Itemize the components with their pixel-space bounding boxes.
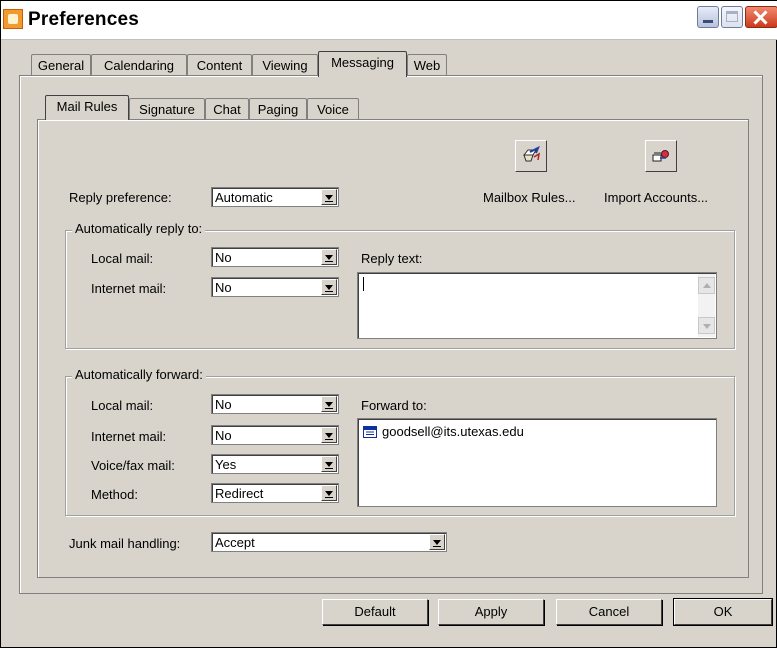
close-button[interactable] (745, 6, 777, 28)
junk-mail-value: Accept (215, 535, 255, 550)
chevron-down-icon[interactable] (321, 396, 337, 412)
maximize-button[interactable] (721, 6, 743, 28)
auto-forward-title: Automatically forward: (72, 367, 206, 382)
window-title: Preferences (28, 9, 139, 30)
forward-to-list[interactable]: goodsell@its.utexas.edu (357, 418, 717, 507)
tab-calendaring[interactable]: Calendaring (91, 54, 187, 76)
junk-mail-label: Junk mail handling: (69, 536, 181, 551)
voicefax-mail-value: Yes (215, 457, 237, 472)
voicefax-mail-select[interactable]: Yes (211, 454, 339, 474)
reply-preference-select[interactable]: Automatic (211, 187, 339, 207)
tab-viewing[interactable]: Viewing (252, 54, 318, 76)
chevron-down-icon[interactable] (321, 249, 337, 265)
chevron-down-icon[interactable] (321, 456, 337, 472)
tab-messaging[interactable]: Messaging (318, 51, 407, 77)
reply-local-mail-select[interactable]: No (211, 247, 339, 267)
reply-text-label: Reply text: (361, 251, 423, 266)
import-accounts-button[interactable] (645, 140, 677, 172)
forward-local-mail-label: Local mail: (91, 398, 154, 413)
method-value: Redirect (215, 486, 264, 501)
subtab-signature[interactable]: Signature (129, 98, 205, 120)
junk-mail-select[interactable]: Accept (211, 532, 447, 552)
forward-local-mail-select[interactable]: No (211, 394, 339, 414)
subtab-chat[interactable]: Chat (205, 98, 249, 120)
import-accounts-icon (652, 150, 669, 162)
chevron-down-icon[interactable] (429, 534, 445, 550)
reply-preference-label: Reply preference: (69, 190, 172, 205)
mailbox-rules-button[interactable] (515, 140, 547, 172)
method-select[interactable]: Redirect (211, 483, 339, 503)
mailbox-rules-label[interactable]: Mailbox Rules... (483, 190, 575, 205)
title-bar[interactable]: Preferences (1, 1, 777, 40)
forward-to-label: Forward to: (361, 398, 427, 413)
reply-text-scrollbar[interactable] (698, 274, 715, 337)
reply-internet-mail-value: No (215, 280, 232, 295)
reply-local-mail-value: No (215, 250, 232, 265)
preferences-app-icon (3, 9, 23, 29)
preferences-window: Preferences General Calendaring Content … (0, 0, 777, 648)
subtab-voice[interactable]: Voice (307, 98, 359, 120)
reply-preference-value: Automatic (215, 190, 273, 205)
tab-content[interactable]: Content (187, 54, 252, 76)
import-accounts-label[interactable]: Import Accounts... (604, 190, 708, 205)
reply-internet-mail-select[interactable]: No (211, 277, 339, 297)
reply-text-area[interactable] (357, 272, 717, 339)
chevron-down-icon[interactable] (321, 485, 337, 501)
chevron-down-icon[interactable] (321, 279, 337, 295)
default-button[interactable]: Default (322, 599, 428, 625)
voicefax-mail-label: Voice/fax mail: (91, 458, 175, 473)
forward-internet-mail-select[interactable]: No (211, 425, 339, 445)
minimize-button[interactable] (697, 6, 719, 28)
method-label: Method: (91, 487, 138, 502)
scroll-up-icon[interactable] (698, 277, 715, 294)
subtab-mail-rules[interactable]: Mail Rules (45, 95, 129, 120)
reply-internet-mail-label: Internet mail: (91, 281, 167, 296)
tab-general[interactable]: General (31, 54, 91, 76)
reply-local-mail-label: Local mail: (91, 251, 154, 266)
scroll-down-icon[interactable] (698, 317, 715, 334)
auto-reply-title: Automatically reply to: (72, 221, 206, 236)
forward-local-mail-value: No (215, 397, 232, 412)
address-card-icon (363, 426, 377, 438)
forward-address: goodsell@its.utexas.edu (382, 424, 524, 439)
chevron-down-icon[interactable] (321, 427, 337, 443)
ok-button[interactable]: OK (673, 598, 773, 626)
mailbox-rules-icon (522, 145, 541, 162)
apply-button[interactable]: Apply (438, 599, 544, 625)
tab-web[interactable]: Web (407, 54, 447, 76)
forward-internet-mail-value: No (215, 428, 232, 443)
chevron-down-icon[interactable] (321, 189, 337, 205)
text-cursor (363, 277, 364, 291)
forward-internet-mail-label: Internet mail: (91, 429, 167, 444)
subtab-paging[interactable]: Paging (249, 98, 307, 120)
cancel-button[interactable]: Cancel (556, 599, 662, 625)
